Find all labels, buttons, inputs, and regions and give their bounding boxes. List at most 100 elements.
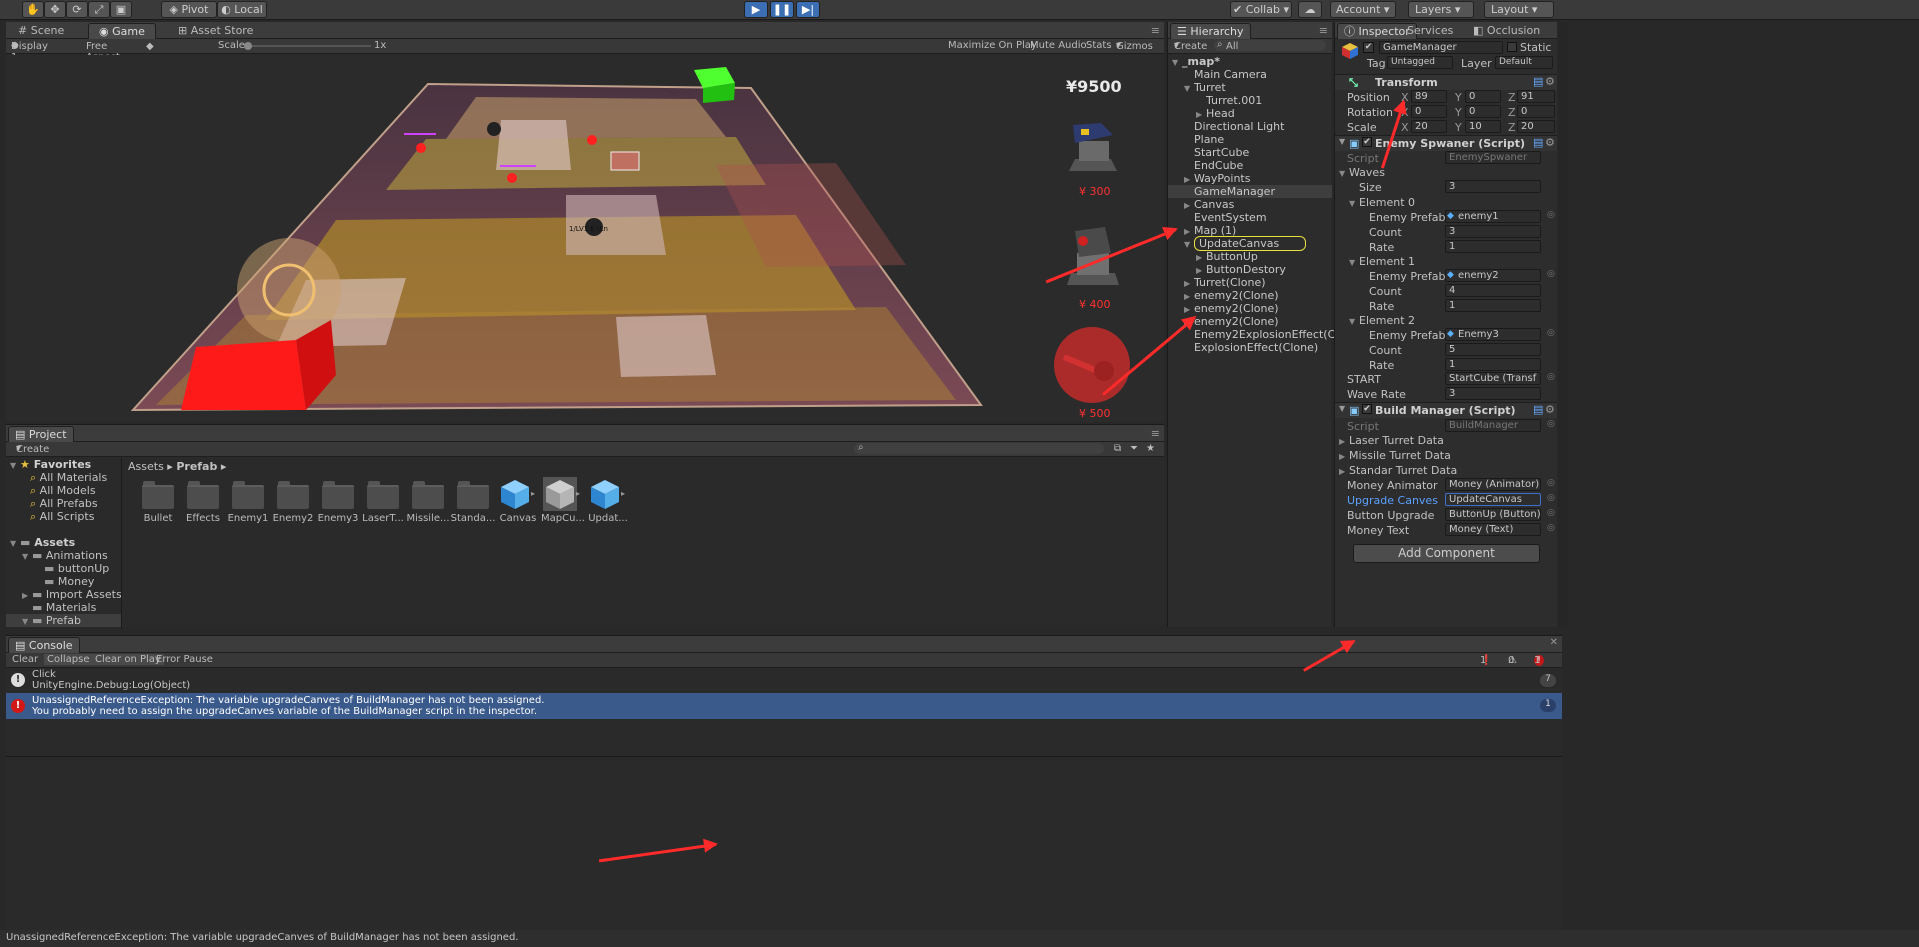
object-picker-icon[interactable]: ◎ (1547, 372, 1555, 382)
transform-x-field[interactable]: 89 (1411, 90, 1447, 103)
transform-header[interactable]: ⤡ Transform ▤ ⚙ (1335, 74, 1557, 90)
hierarchy-item[interactable]: ▶ Turret(Clone) (1184, 276, 1266, 289)
hierarchy-item[interactable]: GameManager (1168, 185, 1332, 198)
object-picker-icon[interactable]: ◎ (1547, 328, 1555, 338)
asset-grid-item[interactable]: LaserT... (361, 477, 405, 527)
money-animator-field[interactable]: Money (Animator) (1445, 478, 1541, 491)
scale-slider[interactable] (246, 45, 371, 47)
hierarchy-create-button[interactable]: Create ▾ (1174, 40, 1207, 52)
tab-hierarchy[interactable]: ☰ Hierarchy (1170, 23, 1251, 39)
maximize-on-play-toggle[interactable]: Maximize On Play (948, 40, 1037, 51)
game-render[interactable]: 1/LV1 E:\Ln ¥9500 ¥ 300 ¥ 400 ¥ 500 (6, 55, 1164, 422)
pivot-button[interactable]: ◈ Pivot (161, 1, 217, 18)
panel-menu-icon[interactable]: ≡ (1151, 24, 1160, 37)
hierarchy-item[interactable]: Enemy2ExplosionEffect(Clone (1184, 328, 1359, 341)
foldout-arrow-icon[interactable]: ▼ (1184, 238, 1194, 251)
rotate-tool-icon[interactable]: ⟳ (66, 1, 88, 18)
hierarchy-item[interactable]: ▶ Canvas (1184, 198, 1234, 211)
element-foldout[interactable]: ▼ Element 1 (1349, 255, 1415, 268)
asset-grid-item[interactable]: Enemy1 (226, 477, 270, 527)
cloud-button[interactable]: ☁ (1298, 1, 1322, 18)
expand-arrow-icon[interactable]: ▸ (531, 489, 535, 498)
tag-dropdown[interactable]: Untagged (1387, 56, 1453, 69)
hierarchy-item[interactable]: ▼ _map* (1172, 55, 1220, 68)
play-button[interactable]: ▶ (744, 1, 768, 18)
tab-occlusion[interactable]: ◧ Occlusion (1463, 23, 1550, 39)
foldout-arrow-icon[interactable]: ▼ (1184, 82, 1194, 95)
object-picker-icon[interactable]: ◎ (1547, 508, 1555, 518)
tab-services[interactable]: Services (1397, 23, 1463, 39)
filter-label-icon[interactable]: ⏷ (1130, 443, 1138, 454)
count-field[interactable]: 3 (1445, 225, 1541, 238)
step-button[interactable]: ▶| (796, 1, 820, 18)
asset-grid-item[interactable]: Bullet (136, 477, 180, 527)
enemy-prefab-field[interactable]: Enemy3 (1445, 328, 1541, 341)
hierarchy-item[interactable]: ▶enemy2(Clone) (1184, 289, 1279, 302)
element-foldout[interactable]: ▼ Element 2 (1349, 314, 1415, 327)
gear-icon[interactable]: ⚙ (1545, 136, 1555, 149)
scale-slider-thumb[interactable] (244, 42, 252, 50)
rate-field[interactable]: 1 (1445, 240, 1541, 253)
favorite-item[interactable]: ⌕ All Models (30, 484, 96, 498)
help-icon[interactable]: ▤ (1533, 75, 1543, 88)
asset-grid-item[interactable]: ▸ MapCu... (541, 477, 585, 527)
display-dropdown[interactable]: Display 1 ◆ (11, 40, 48, 63)
layers-dropdown[interactable]: Layers ▾ (1408, 1, 1474, 18)
gear-icon[interactable]: ⚙ (1545, 75, 1555, 88)
asset-tree-item[interactable]: ▼ ▬ Prefab (6, 614, 121, 627)
object-picker-icon[interactable]: ◎ (1547, 523, 1555, 533)
asset-grid-item[interactable]: Standa... (451, 477, 495, 527)
asset-tree-item[interactable]: ▼ ▬ Animations (6, 549, 121, 562)
enemy-prefab-field[interactable]: enemy1 (1445, 210, 1541, 223)
foldout-arrow-icon[interactable]: ▼ (22, 617, 32, 626)
money-text-field[interactable]: Money (Text) (1445, 523, 1541, 536)
missile-turret-data-foldout[interactable]: ▶ Missile Turret Data (1339, 449, 1451, 462)
help-icon[interactable]: ▤ (1533, 136, 1543, 149)
move-tool-icon[interactable]: ✥ (44, 1, 66, 18)
filter-type-icon[interactable]: ⧉ (1114, 443, 1121, 454)
laser-turret-data-foldout[interactable]: ▶ Laser Turret Data (1339, 434, 1444, 447)
foldout-arrow-icon[interactable]: ▼ (22, 552, 32, 561)
tab-project[interactable]: ▤ Project (8, 426, 74, 442)
breadcrumb-prefab[interactable]: Prefab (176, 460, 217, 473)
hierarchy-item[interactable]: Main Camera (1184, 68, 1267, 81)
layer-dropdown[interactable]: Default (1495, 56, 1553, 69)
favorite-item[interactable]: ⌕ All Scripts (30, 510, 94, 524)
assets-section[interactable]: ▼ ▬ Assets (10, 536, 75, 549)
object-picker-icon[interactable]: ◎ (1547, 478, 1555, 488)
transform-y-field[interactable]: 0 (1465, 90, 1501, 103)
transform-y-field[interactable]: 0 (1465, 105, 1501, 118)
collapse-arrow-icon[interactable]: ▼ (1339, 404, 1345, 413)
stats-toggle[interactable]: Stats (1086, 40, 1112, 51)
static-checkbox[interactable] (1507, 42, 1517, 52)
panel-menu-icon[interactable]: ≡ (1319, 24, 1328, 37)
wave-rate-field[interactable]: 3 (1445, 387, 1541, 400)
collab-button[interactable]: ✔ Collab ▾ (1230, 1, 1292, 18)
enemy-prefab-field[interactable]: enemy2 (1445, 269, 1541, 282)
asset-tree-item[interactable]: ▬ buttonUp (6, 562, 121, 575)
local-button[interactable]: ◐ Local (217, 1, 267, 18)
hand-tool-icon[interactable]: ✋ (22, 1, 44, 18)
asset-tree-item[interactable]: ▬ Money (6, 575, 121, 588)
hierarchy-item[interactable]: EndCube (1184, 159, 1243, 172)
hierarchy-item[interactable]: Turret.001 (1196, 94, 1262, 107)
button-upgrade-field[interactable]: ButtonUp (Button) (1445, 508, 1541, 521)
hierarchy-item[interactable]: ▶ Head (1196, 107, 1235, 120)
favorite-star-icon[interactable]: ★ (1146, 443, 1155, 454)
console-collapse-button[interactable]: Collapse (44, 654, 93, 665)
console-entry-info[interactable]: ! Click UnityEngine.Debug:Log(Object) 7 (6, 669, 1562, 693)
expand-arrow-icon[interactable]: ▸ (576, 489, 580, 498)
hierarchy-item[interactable]: ▶enemy2(Clone) (1184, 302, 1279, 315)
asset-grid-item[interactable]: Effects (181, 477, 225, 527)
favorite-item[interactable]: ⌕ All Materials (30, 471, 107, 485)
standar-turret-data-foldout[interactable]: ▶ Standar Turret Data (1339, 464, 1457, 477)
pause-button[interactable]: ❚❚ (770, 1, 794, 18)
console-error-pause-button[interactable]: Error Pause (156, 654, 213, 665)
enemy-spawner-header[interactable]: ▼ ▣ ✔ Enemy Spwaner (Script) ▤ ⚙ (1335, 135, 1557, 151)
add-component-button[interactable]: Add Component (1353, 544, 1540, 563)
tab-asset-store[interactable]: ⊞ Asset Store (168, 23, 263, 39)
upgrade-canves-field[interactable]: UpdateCanvas (1445, 493, 1541, 506)
asset-tree-item[interactable]: ▶ ▬ Import Assets (6, 588, 121, 601)
transform-z-field[interactable]: 20 (1517, 120, 1555, 133)
asset-grid-item[interactable]: Missile... (406, 477, 450, 527)
